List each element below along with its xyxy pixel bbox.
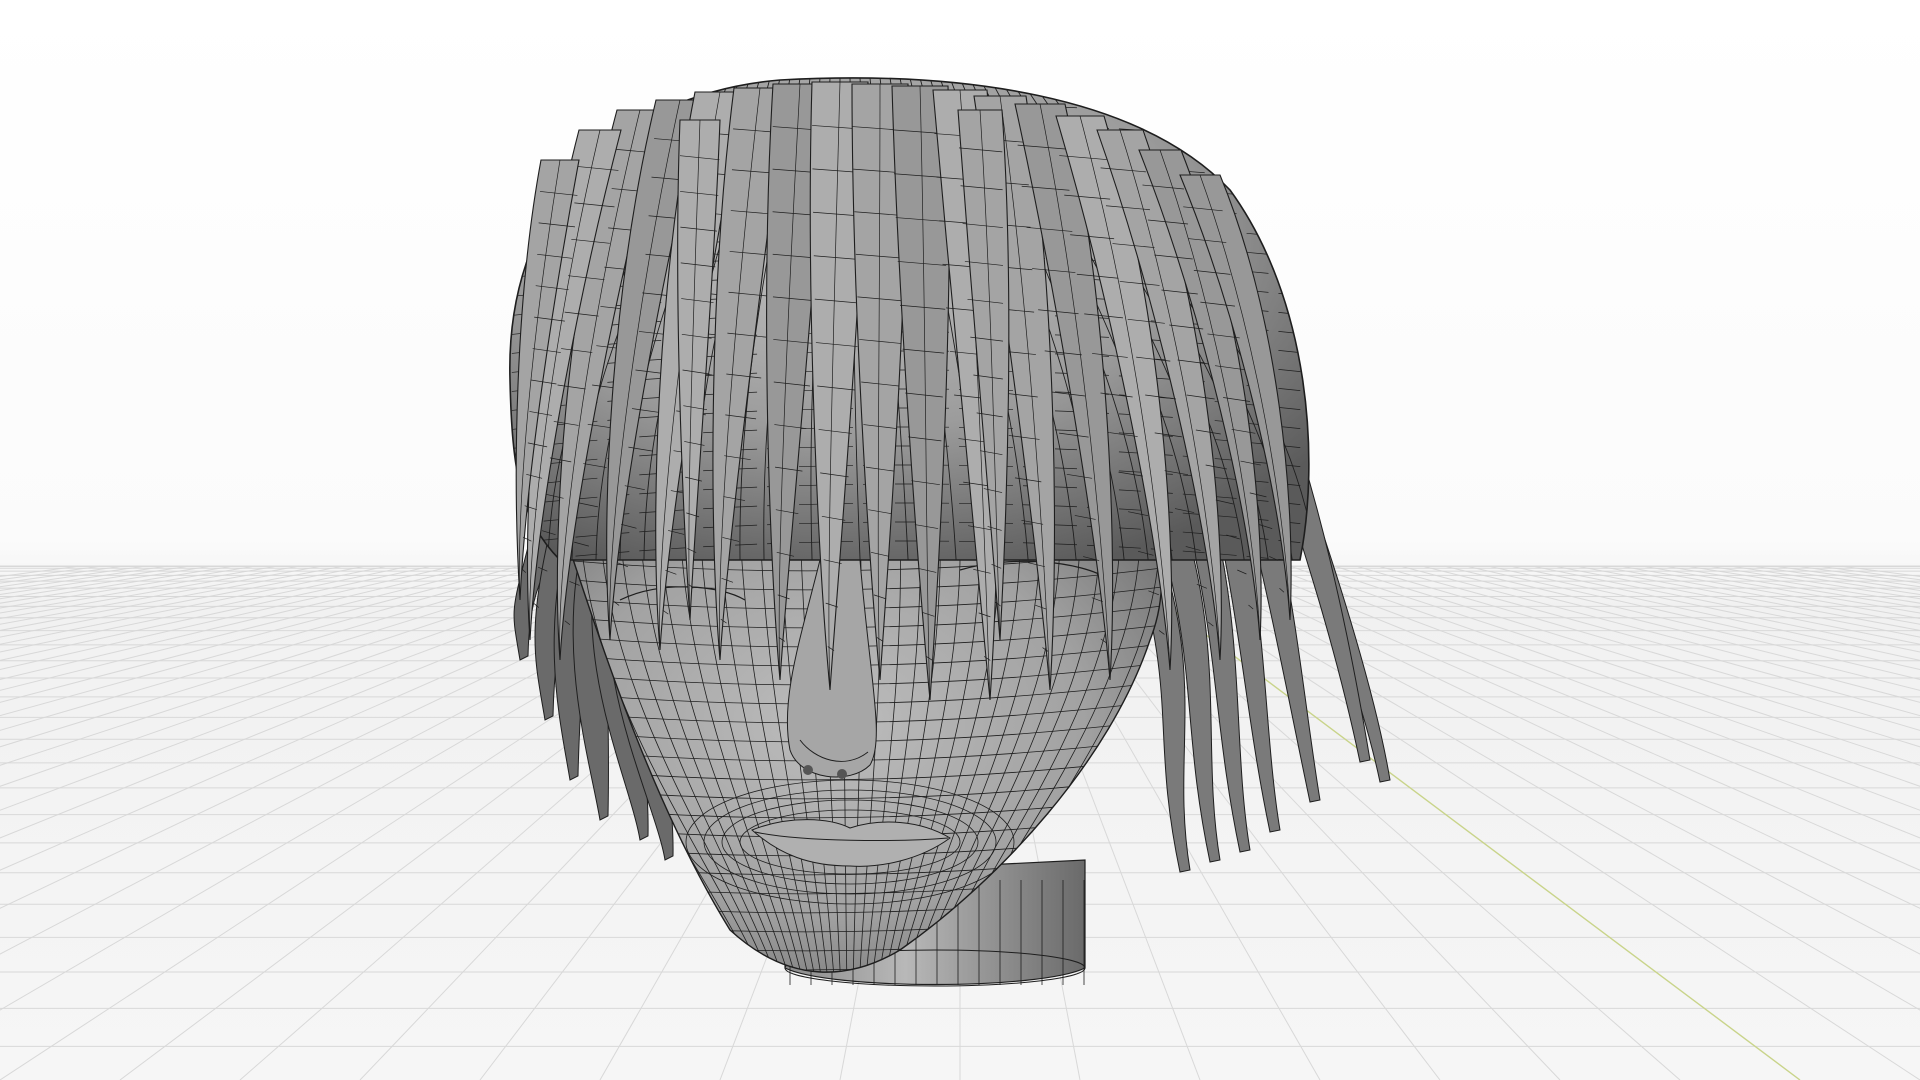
3d-viewport[interactable] <box>0 0 1920 1080</box>
viewport-scene[interactable] <box>0 0 1920 1080</box>
